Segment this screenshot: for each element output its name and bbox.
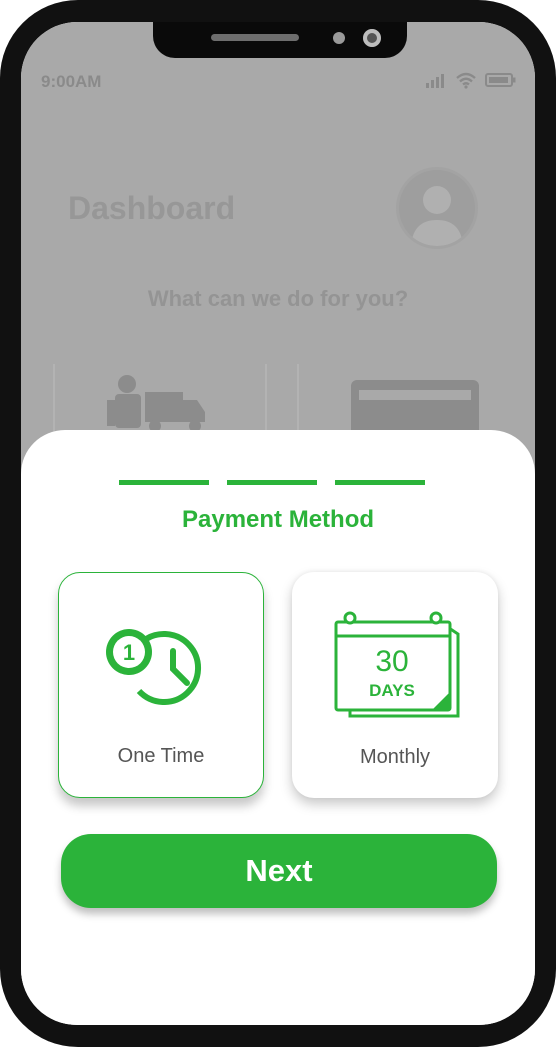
speaker xyxy=(211,34,299,41)
step-indicator xyxy=(119,480,425,485)
status-time: 9:00AM xyxy=(41,72,102,91)
option-monthly[interactable]: 30 DAYS Monthly xyxy=(292,572,498,798)
calendar-number: 30 xyxy=(375,645,408,678)
option-label-one-time: One Time xyxy=(117,745,205,767)
sensor-dot xyxy=(333,32,345,44)
step-bar-3 xyxy=(335,480,425,485)
status-icons xyxy=(425,71,517,89)
step-bar-2 xyxy=(227,480,317,485)
phone-screen: 9:00AM Dashboard What can we do for you?… xyxy=(21,22,535,1025)
profile-avatar[interactable] xyxy=(399,170,475,246)
signal-icon xyxy=(426,74,444,88)
step-bar-1 xyxy=(119,480,209,485)
payment-method-title: Payment Method xyxy=(181,506,375,533)
calendar-unit: DAYS xyxy=(369,681,415,700)
one-time-clock-icon: 1 xyxy=(106,629,202,705)
payment-method-sheet: Payment Method 1 One Time 30 DAYS Monthl… xyxy=(21,430,535,1025)
user-icon xyxy=(411,186,463,246)
dashboard-subtitle: What can we do for you? xyxy=(147,286,409,311)
option-one-time[interactable]: 1 One Time xyxy=(58,572,264,798)
phone-notch xyxy=(153,22,407,58)
calendar-30-days-icon: 30 DAYS xyxy=(334,611,460,718)
dashboard-title: Dashboard xyxy=(68,190,236,226)
wifi-icon xyxy=(456,72,476,89)
svg-text:1: 1 xyxy=(123,640,135,665)
battery-icon xyxy=(485,73,516,87)
phone-frame: 9:00AM Dashboard What can we do for you?… xyxy=(0,0,556,1047)
front-camera xyxy=(363,29,381,47)
option-label-monthly: Monthly xyxy=(359,746,431,768)
next-button[interactable]: Next xyxy=(61,834,497,908)
